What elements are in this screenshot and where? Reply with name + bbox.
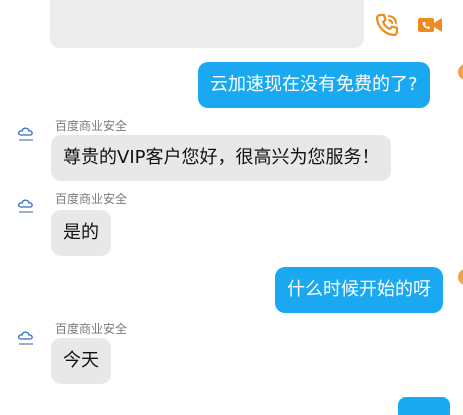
- message-bubble-incoming[interactable]: 尊贵的VIP客户您好，很高兴为您服务！: [51, 135, 392, 181]
- sender-name: 百度商业安全: [55, 322, 128, 336]
- sender-name: 百度商业安全: [55, 119, 128, 133]
- video-call-icon[interactable]: [417, 12, 443, 38]
- message-bubble-incoming[interactable]: 是的: [51, 210, 111, 256]
- sender-name: 百度商业安全: [55, 192, 128, 206]
- message-bubble-outgoing[interactable]: 什么时候开始的呀: [275, 267, 443, 313]
- message-bubble-outgoing[interactable]: 云加速现在没有免费的了?: [198, 62, 430, 108]
- sender-avatar-cloud-icon: [16, 124, 36, 146]
- message-text: 云加速现在没有免费的了?: [210, 74, 418, 95]
- sender-avatar-cloud-icon: [16, 328, 36, 350]
- message-text: 尊贵的VIP客户您好，很高兴为您服务！: [63, 147, 380, 168]
- chat-window: 云加速现在没有免费的了? 百度商业安全 尊贵的VIP客户您好，很高兴为您服务！ …: [0, 0, 463, 415]
- phone-call-icon[interactable]: [374, 12, 400, 38]
- message-text: 什么时候开始的呀: [287, 279, 431, 300]
- message-bubble-incoming[interactable]: 今天: [51, 338, 111, 384]
- message-bubble-partial: [398, 397, 450, 415]
- sender-avatar-cloud-icon: [16, 196, 36, 218]
- message-text: 今天: [63, 350, 99, 371]
- message-bubble-partial: [50, 0, 364, 48]
- self-avatar: [458, 269, 463, 285]
- self-avatar: [458, 64, 463, 80]
- message-text: 是的: [63, 222, 99, 243]
